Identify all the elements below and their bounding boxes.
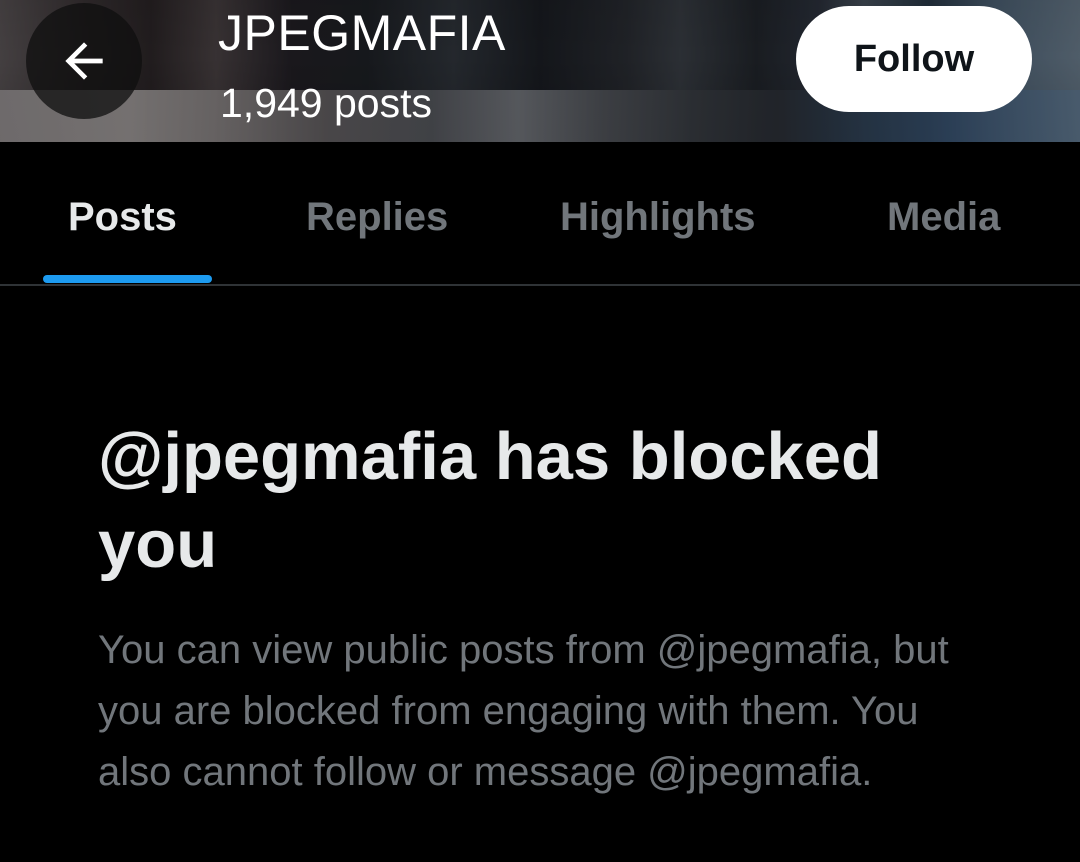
tab-replies[interactable]: Replies <box>306 192 448 242</box>
blocked-title: @jpegmafia has blocked you <box>98 419 882 582</box>
active-tab-indicator <box>43 275 212 283</box>
post-count: 1,949 posts <box>220 80 432 126</box>
tab-posts[interactable]: Posts <box>68 192 177 242</box>
back-button[interactable] <box>26 3 142 119</box>
arrow-left-icon <box>65 42 103 80</box>
profile-name: JPEGMAFIA <box>218 5 506 61</box>
tab-media[interactable]: Media <box>887 192 1000 242</box>
blocked-description: You can view public posts from @jpegmafi… <box>98 628 949 794</box>
tab-highlights[interactable]: Highlights <box>560 192 756 242</box>
profile-tabs: Posts Replies Highlights Media <box>0 142 1080 286</box>
follow-button[interactable]: Follow <box>796 6 1032 112</box>
profile-screen: JPEGMAFIA 1,949 posts Follow Posts Repli… <box>0 0 1080 862</box>
profile-header: JPEGMAFIA 1,949 posts Follow <box>0 0 1080 142</box>
